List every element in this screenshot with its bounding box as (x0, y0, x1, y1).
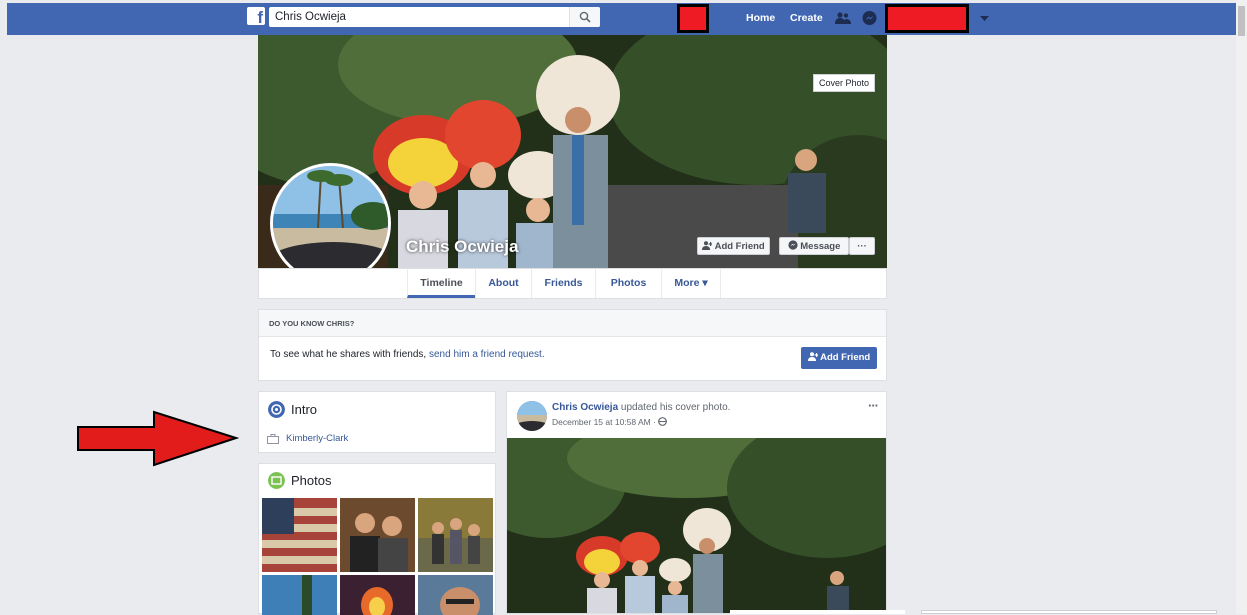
friend-request-text: To see what he shares with friends, (270, 349, 429, 360)
do-you-know-header: DO YOU KNOW CHRIS? (259, 310, 886, 337)
scrollbar-thumb[interactable] (1238, 6, 1245, 36)
post-options-button[interactable]: ··· (868, 398, 879, 413)
tab-timeline[interactable]: Timeline (407, 269, 475, 298)
profile-tabs: Timeline About Friends Photos More ▾ (258, 268, 887, 299)
photo-flag-image (262, 498, 337, 572)
photo-fire-image (340, 575, 415, 615)
photo-thumb[interactable] (418, 498, 493, 572)
do-you-know-box: DO YOU KNOW CHRIS? To see what he shares… (258, 309, 887, 381)
post-cover-image (507, 438, 886, 613)
photo-thumb[interactable] (262, 575, 337, 615)
intro-title: Intro (291, 402, 318, 417)
add-friend-icon (807, 352, 819, 361)
cover-photo-label: Cover Photo (812, 74, 875, 92)
add-friend-button[interactable]: Add Friend (697, 237, 770, 255)
do-you-know-heading: DO YOU KNOW CHRIS? (269, 319, 355, 328)
tab-about[interactable]: About (475, 269, 531, 298)
redacted-box-profile (677, 4, 709, 33)
photos-card: Photos (258, 463, 496, 615)
photos-title: Photos (291, 473, 332, 488)
photo-family-image (340, 498, 415, 572)
photo-lake-image (262, 575, 337, 615)
scrollbar[interactable] (1236, 0, 1247, 614)
intro-icon (268, 401, 285, 418)
post-author-avatar[interactable] (517, 401, 547, 431)
bottom-chat-bar[interactable] (921, 610, 1217, 614)
photo-selfie-image (418, 575, 493, 615)
friend-request-link[interactable]: send him a friend request. (429, 349, 545, 360)
post-image[interactable] (507, 438, 886, 613)
top-navigation-bar (7, 3, 1236, 35)
friend-request-prompt: To see what he shares with friends, send… (270, 349, 545, 360)
photo-thumb[interactable] (262, 498, 337, 572)
photo-group-image (418, 498, 493, 572)
message-button[interactable]: Message (779, 237, 849, 255)
more-options-button[interactable]: ··· (849, 237, 875, 255)
add-friend-icon (702, 241, 713, 250)
bottom-strip (730, 610, 905, 614)
profile-picture[interactable] (270, 163, 391, 284)
globe-icon (658, 417, 668, 426)
messenger-small-icon (788, 240, 798, 250)
post-card: Chris Ocwieja updated his cover photo. D… (506, 391, 887, 614)
photos-icon (268, 472, 285, 489)
post-avatar-image (517, 401, 547, 431)
add-friend-blue-label: Add Friend (820, 352, 871, 363)
photo-thumb[interactable] (418, 575, 493, 615)
chevron-down-icon[interactable] (980, 16, 989, 22)
search-icon (579, 11, 591, 23)
create-link[interactable]: Create (790, 12, 823, 24)
post-author-name[interactable]: Chris Ocwieja (552, 402, 618, 413)
briefcase-icon (267, 434, 279, 444)
friends-icon[interactable] (835, 12, 851, 24)
messenger-icon[interactable] (862, 11, 877, 26)
tab-friends[interactable]: Friends (531, 269, 595, 298)
intro-employer[interactable]: Kimberly-Clark (286, 433, 348, 444)
post-action-text: updated his cover photo. (618, 402, 731, 413)
tab-more[interactable]: More ▾ (661, 269, 721, 298)
post-timestamp[interactable]: December 15 at 10:58 AM · (552, 417, 668, 427)
add-friend-label: Add Friend (714, 241, 765, 252)
post-author-line: Chris Ocwieja updated his cover photo. (552, 402, 730, 413)
photo-thumb[interactable] (340, 498, 415, 572)
tab-photos[interactable]: Photos (595, 269, 661, 298)
facebook-logo[interactable]: f (247, 7, 265, 25)
post-date-text: December 15 at 10:58 AM · (552, 417, 659, 427)
search-button[interactable] (569, 7, 600, 27)
message-label: Message (800, 241, 841, 252)
profile-name[interactable]: Chris Ocwieja (406, 237, 518, 257)
search-box[interactable] (269, 7, 600, 27)
red-arrow (77, 410, 239, 467)
home-link[interactable]: Home (746, 12, 775, 24)
add-friend-blue-button[interactable]: Add Friend (801, 347, 877, 369)
search-input[interactable] (275, 9, 565, 25)
photo-thumb[interactable] (340, 575, 415, 615)
intro-card: Intro Kimberly-Clark (258, 391, 496, 453)
redacted-box-account (885, 4, 969, 33)
